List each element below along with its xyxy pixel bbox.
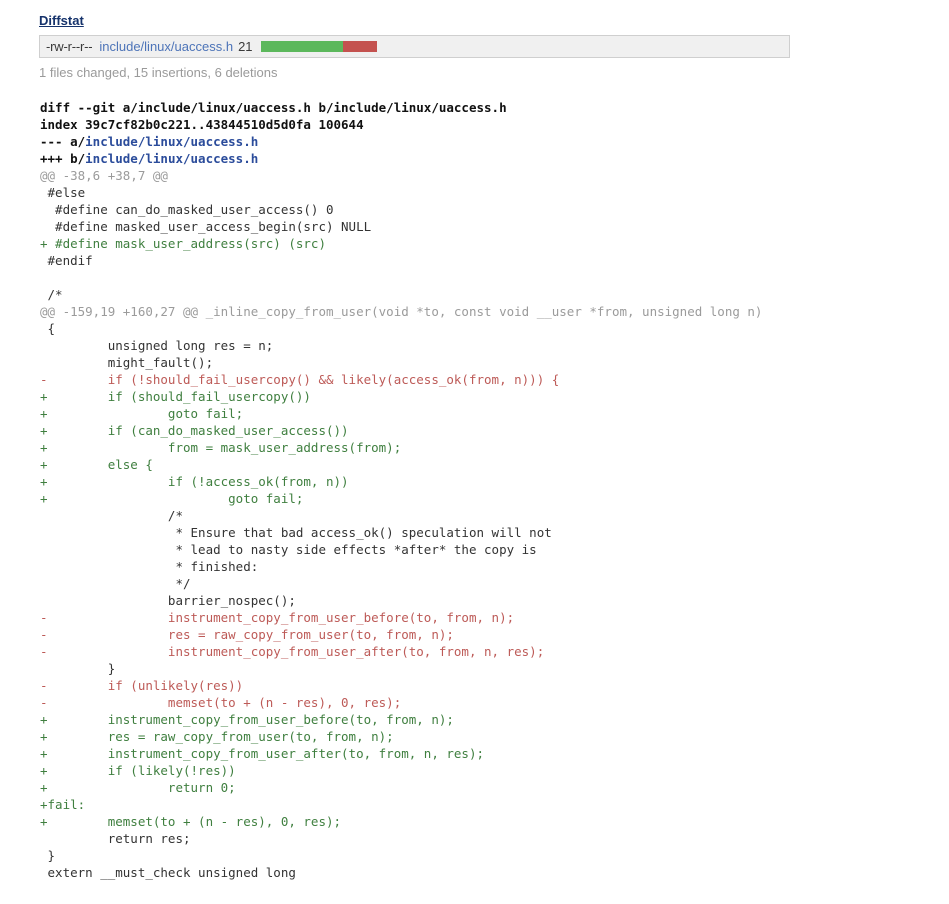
diff-line-hunk: @@ -38,6 +38,7 @@ (40, 168, 168, 183)
diff-line-meta: diff --git a/include/linux/uaccess.h b/i… (40, 100, 507, 115)
diffstat-box: -rw-r--r-- include/linux/uaccess.h 21 (39, 35, 790, 58)
diffstat-bar (260, 41, 377, 52)
diffstat-row: -rw-r--r-- include/linux/uaccess.h 21 (46, 39, 783, 54)
diffstat-heading-link[interactable]: Diffstat (39, 13, 84, 29)
diff-line-ctx: #endif (40, 253, 93, 268)
diffstat-bar-deletions (342, 41, 377, 52)
diff-line-add: + if (likely(!res)) (40, 763, 236, 778)
diff-line-meta-path: --- a/include/linux/uaccess.h (40, 133, 949, 150)
diff-line-ctx: } (40, 848, 56, 863)
diff-line-add: + res = raw_copy_from_user(to, from, n); (40, 729, 394, 744)
diff-line-ctx: { (40, 321, 56, 336)
diff-line-del: - res = raw_copy_from_user(to, from, n); (40, 627, 454, 642)
diff-line-add: + return 0; (40, 780, 236, 795)
diff-line-del: - memset(to + (n - res), 0, res); (40, 695, 402, 710)
diff-line-ctx: */ (40, 576, 191, 591)
diff-line-hunk: @@ -159,19 +160,27 @@ _inline_copy_from_… (40, 304, 763, 319)
diff-line-del: - instrument_copy_from_user_after(to, fr… (40, 644, 545, 659)
diff-line-prefix: --- a/ (40, 134, 86, 149)
diff-line-add: + instrument_copy_from_user_after(to, fr… (40, 746, 485, 761)
diff-line-ctx: /* (40, 508, 183, 523)
diff-line-path: include/linux/uaccess.h (85, 134, 259, 149)
diff-line-meta: index 39c7cf82b0c221..43844510d5d0fa 100… (40, 117, 364, 132)
diff-line-ctx: might_fault(); (40, 355, 214, 370)
diff-line-add: + else { (40, 457, 153, 472)
diff-line-del: - instrument_copy_from_user_before(to, f… (40, 610, 515, 625)
diff-line-ctx: * finished: (40, 559, 259, 574)
diff-line-ctx: #define can_do_masked_user_access() 0 (40, 202, 334, 217)
diff-line-ctx: unsigned long res = n; (40, 338, 274, 353)
diff-line-ctx: /* (40, 287, 63, 302)
diff-line-add: + from = mask_user_address(from); (40, 440, 402, 455)
diff-line-add: +fail: (40, 797, 86, 812)
diffstat-change-count: 21 (238, 39, 253, 54)
diff-line-ctx: * Ensure that bad access_ok() speculatio… (40, 525, 552, 540)
diff-line-ctx: #else (40, 185, 86, 200)
file-mode: -rw-r--r-- (46, 39, 93, 54)
diff-line-ctx: * lead to nasty side effects *after* the… (40, 542, 537, 557)
diff-line-ctx: return res; (40, 831, 191, 846)
diff-line-ctx: barrier_nospec(); (40, 593, 296, 608)
diffstat-summary: 1 files changed, 15 insertions, 6 deleti… (39, 65, 278, 80)
diff-page: Diffstat -rw-r--r-- include/linux/uacces… (0, 0, 949, 881)
diff-line-ctx: #define masked_user_access_begin(src) NU… (40, 219, 372, 234)
diff-line-ctx (40, 269, 949, 286)
diff-line-ctx: } (40, 661, 116, 676)
diff-line-ctx: extern __must_check unsigned long (40, 865, 296, 880)
diff-line-add: + #define mask_user_address(src) (src) (40, 236, 326, 251)
diff-line-del: - if (!should_fail_usercopy() && likely(… (40, 372, 560, 387)
diff-line-del: - if (unlikely(res)) (40, 678, 244, 693)
diffstat-file-link[interactable]: include/linux/uaccess.h (99, 39, 233, 54)
diff-line-prefix: +++ b/ (40, 151, 86, 166)
diff-line-add: + goto fail; (40, 491, 304, 506)
diff-line-add: + goto fail; (40, 406, 244, 421)
diff-body: diff --git a/include/linux/uaccess.h b/i… (40, 99, 949, 881)
diffstat-bar-additions (260, 41, 343, 52)
diff-line-add: + memset(to + (n - res), 0, res); (40, 814, 342, 829)
diff-line-add: + instrument_copy_from_user_before(to, f… (40, 712, 454, 727)
diff-line-add: + if (should_fail_usercopy()) (40, 389, 311, 404)
diff-line-add: + if (!access_ok(from, n)) (40, 474, 349, 489)
diff-line-path: include/linux/uaccess.h (85, 151, 259, 166)
diff-line-add: + if (can_do_masked_user_access()) (40, 423, 349, 438)
diff-line-meta-path: +++ b/include/linux/uaccess.h (40, 150, 949, 167)
